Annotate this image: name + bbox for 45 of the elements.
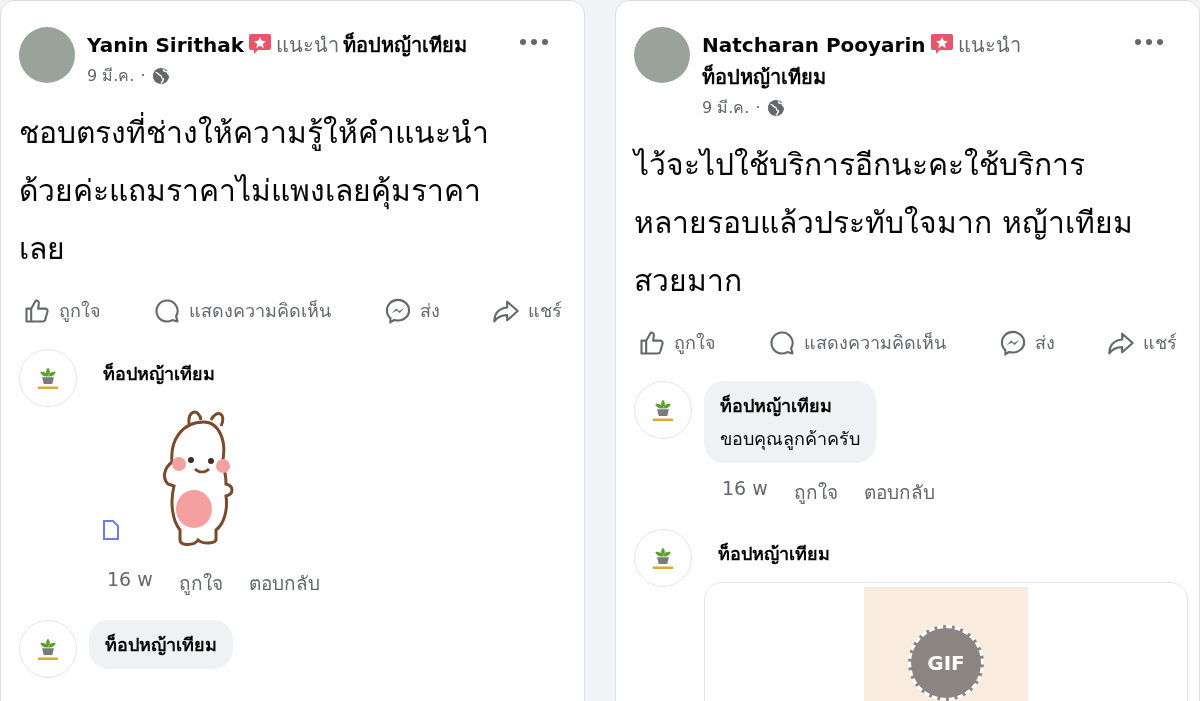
page-name[interactable]: ท็อปหญ้าเทียม	[343, 33, 467, 57]
share-button[interactable]: แชร์	[492, 292, 562, 329]
post-text: ไว้จะไปใช้บริการอีกนะคะใช้บริการหลายรอบแล้วประทับใจมาก หญ้าเทียมสวยมาก	[634, 146, 1134, 300]
comment-time: 16 w	[722, 477, 768, 501]
reply-link[interactable]: ตอบกลับ	[863, 477, 935, 507]
like-link[interactable]: ถูกใจ	[793, 477, 838, 507]
comment-icon	[153, 296, 182, 325]
post-text: ชอบตรงที่ช่างให้ความรู้ให้คำแนะนำด้วยค่ะแถมราคาไม่แพงเลยคุ้มราคาเลย	[19, 104, 524, 278]
comment-text: ขอบคุณลูกค้าครับ	[720, 427, 860, 452]
separator-dot: ·	[755, 98, 761, 117]
commenter-name[interactable]: ท็อปหญ้าเทียม	[720, 395, 832, 416]
like-button[interactable]: ถูกใจ	[23, 292, 101, 329]
reply-link[interactable]: ตอบกลับ	[248, 568, 320, 598]
file-icon	[103, 520, 119, 540]
star-speech-bubble-icon	[929, 32, 954, 56]
commenter-name[interactable]: ท็อปหญ้าเทียม	[105, 634, 217, 655]
recommends-label: แนะนำ	[276, 33, 339, 57]
like-link[interactable]: ถูกใจ	[178, 568, 223, 598]
globe-icon	[766, 98, 785, 117]
author-name[interactable]: Natcharan Pooyarin	[702, 33, 926, 57]
send-button[interactable]: ส่ง	[998, 324, 1055, 361]
separator-dot: ·	[140, 66, 146, 85]
author-name[interactable]: Yanin Sirithak	[87, 33, 244, 57]
send-button[interactable]: ส่ง	[383, 292, 440, 329]
messenger-icon	[383, 296, 412, 325]
more-options-icon[interactable]	[1134, 37, 1164, 47]
recommends-label: แนะนำ	[957, 33, 1021, 57]
comment-time: 16 w	[107, 568, 153, 592]
post-date[interactable]: 9 มี.ค.	[702, 95, 750, 120]
comment-icon	[768, 328, 797, 357]
like-button[interactable]: ถูกใจ	[638, 324, 716, 361]
globe-icon	[151, 66, 170, 85]
comment-button[interactable]: แสดงความคิดเห็น	[768, 324, 947, 361]
star-speech-bubble-icon	[248, 32, 272, 56]
avatar-photo-placeholder	[634, 27, 690, 83]
commenter-name[interactable]: ท็อปหญ้าเทียม	[718, 543, 830, 564]
page-name[interactable]: ท็อปหญ้าเทียม	[702, 65, 826, 89]
avatar-photo-placeholder	[19, 27, 75, 83]
share-button[interactable]: แชร์	[1107, 324, 1177, 361]
more-options-icon[interactable]	[519, 37, 549, 47]
comment-button[interactable]: แสดงความคิดเห็น	[153, 292, 332, 329]
commenter-name[interactable]: ท็อปหญ้าเทียม	[103, 363, 215, 384]
post-date[interactable]: 9 มี.ค.	[87, 63, 135, 88]
messenger-icon	[998, 328, 1027, 357]
gif-play-badge[interactable]: GIF	[908, 625, 984, 701]
